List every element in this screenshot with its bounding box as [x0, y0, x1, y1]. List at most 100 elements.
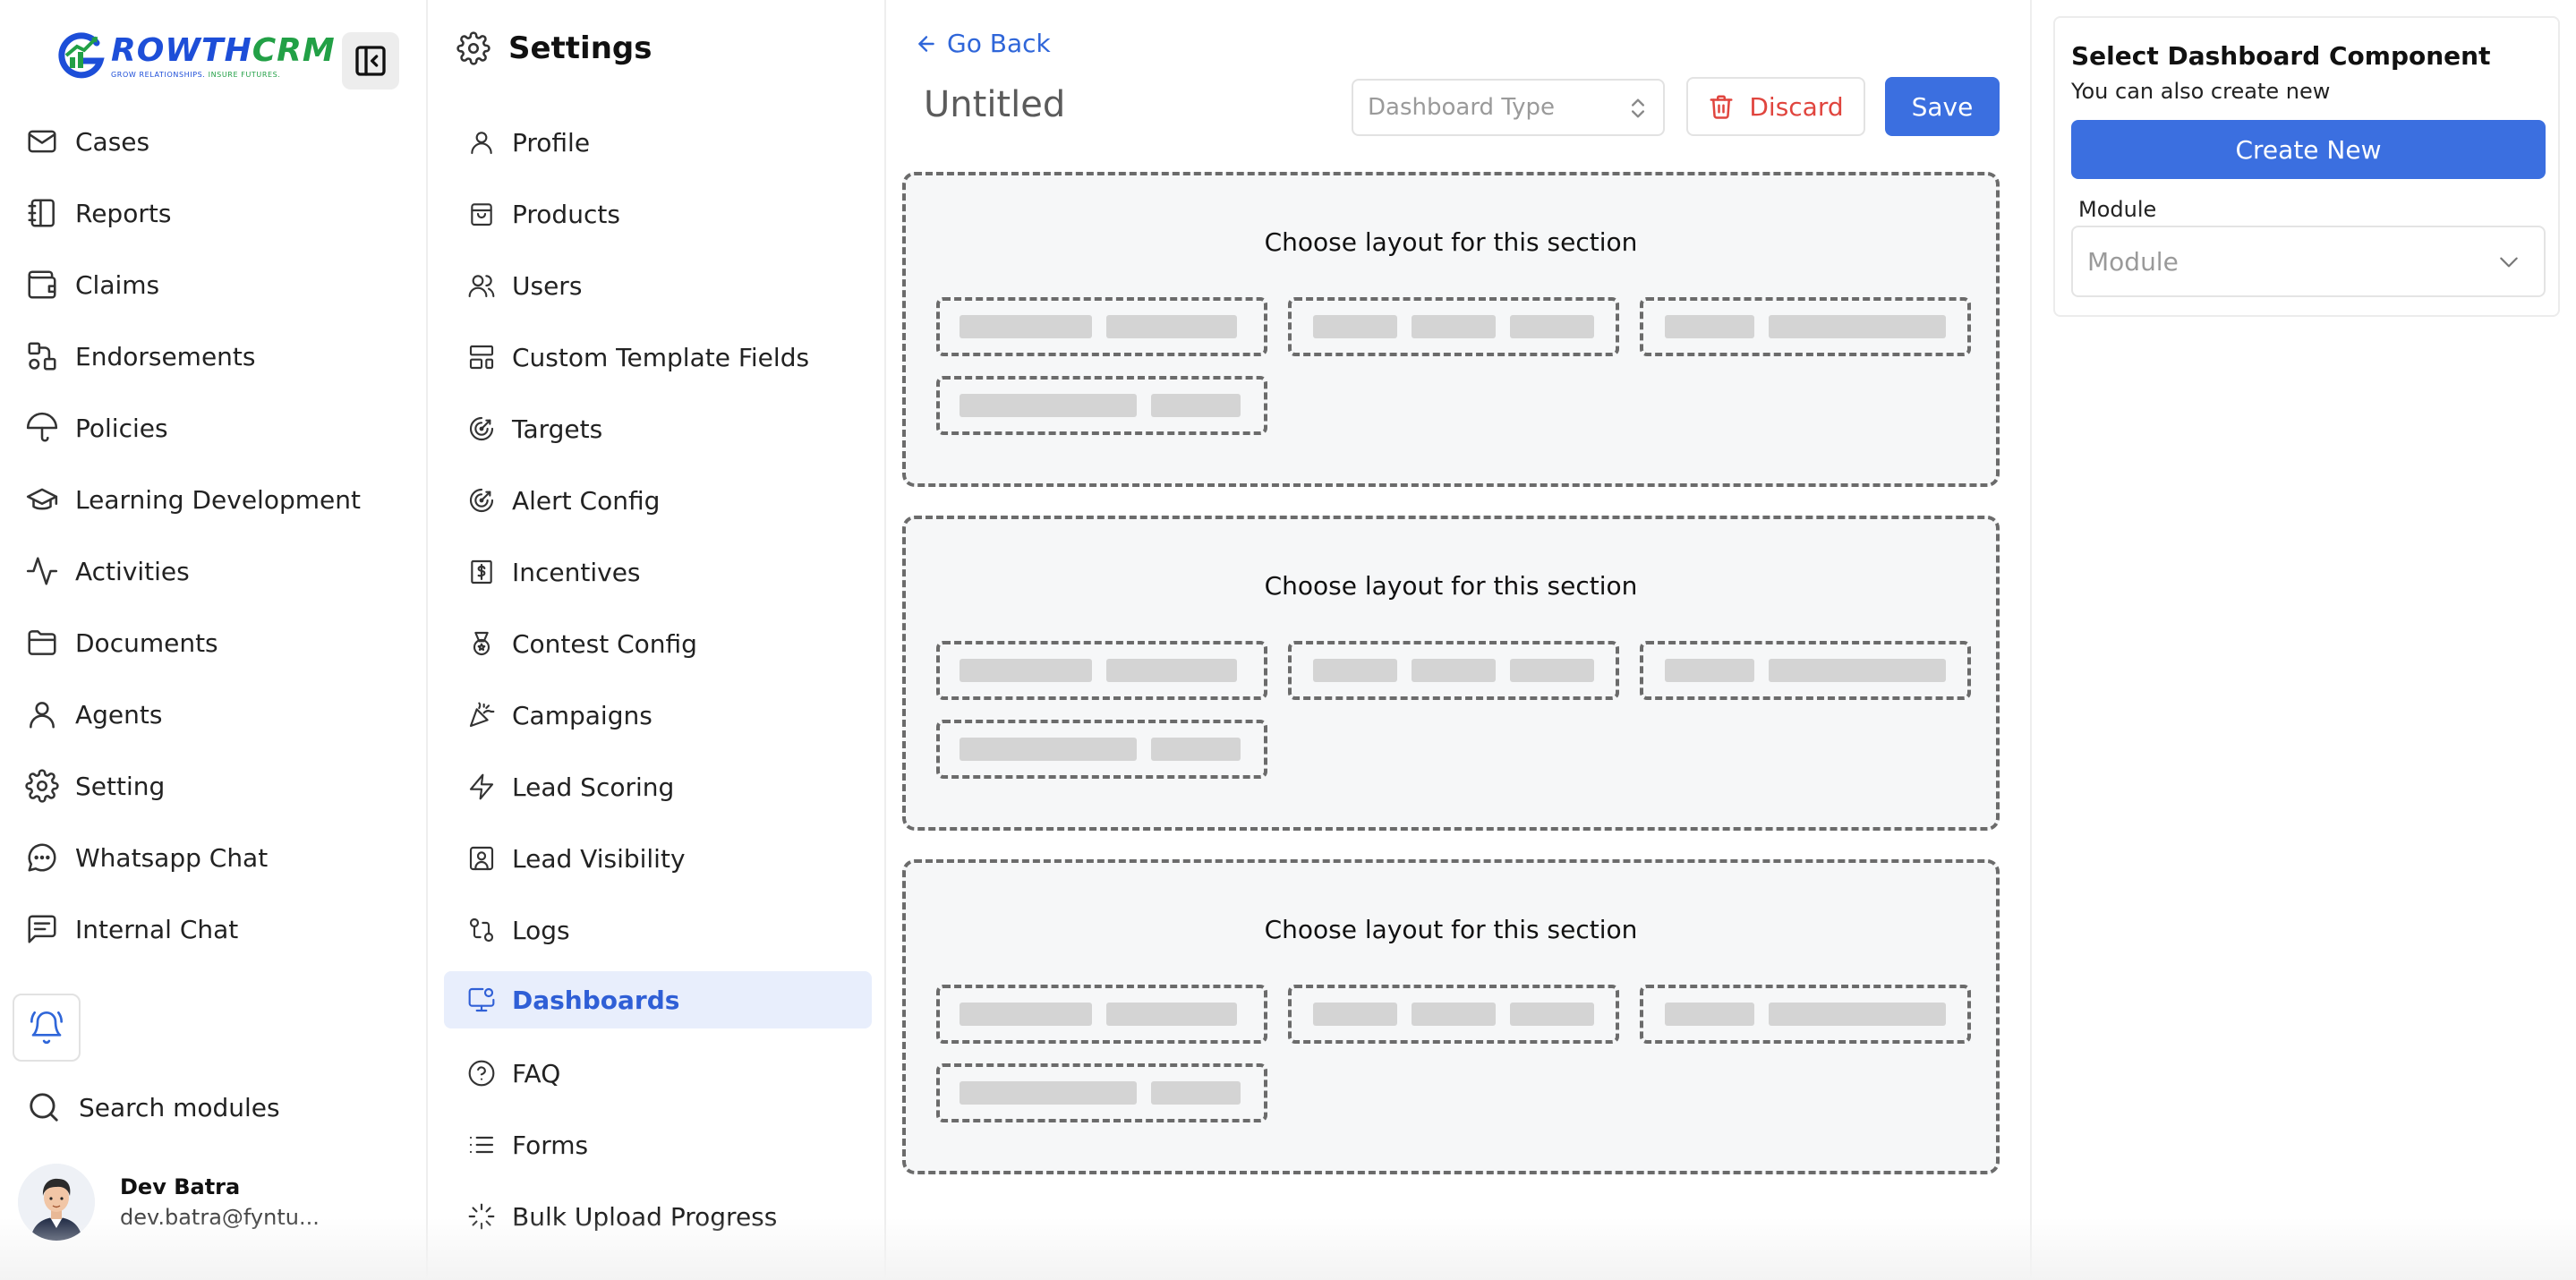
- medal-icon: [473, 631, 490, 656]
- component-card: Select Dashboard Component You can also …: [2053, 16, 2560, 317]
- bell-ring-icon: [30, 1011, 63, 1045]
- party-popper-icon: [469, 702, 495, 728]
- git-compare-icon: [469, 917, 494, 943]
- left-navigation: ROWTHCRM GROW RELATIONSHIPS. INSURE FUTU…: [0, 0, 428, 1280]
- settings-item-label: Contest Config: [512, 628, 697, 659]
- settings-item-lead-visibility[interactable]: Lead Visibility: [444, 830, 872, 887]
- nav-item-endorsements[interactable]: Endorsements: [25, 320, 410, 392]
- settings-item-label: Custom Template Fields: [512, 342, 810, 372]
- help-circle-icon: [468, 1060, 495, 1087]
- logo-tag-right: INSURE FUTURES.: [208, 70, 281, 79]
- layout-option-two-thirds-one-third[interactable]: [936, 720, 1267, 779]
- settings-item-label: Lead Scoring: [512, 772, 675, 802]
- chevrons-up-down-icon: [1632, 98, 1644, 118]
- module-select[interactable]: Module: [2071, 226, 2546, 297]
- monitor-settings-icon: [468, 987, 495, 1012]
- discard-button[interactable]: Discard: [1686, 77, 1865, 136]
- nav-item-internal-chat[interactable]: Internal Chat: [25, 893, 410, 965]
- settings-item-label: FAQ: [512, 1058, 561, 1088]
- nav-item-label: Internal Chat: [75, 914, 239, 944]
- settings-item-label: Users: [512, 270, 583, 301]
- settings-item-faq[interactable]: FAQ: [444, 1045, 872, 1102]
- settings-item-incentives[interactable]: Incentives: [444, 543, 872, 601]
- section-title: Choose layout for this section: [1264, 571, 1638, 601]
- module-label: Module: [2078, 197, 2157, 222]
- go-back-link[interactable]: Go Back: [915, 29, 1051, 58]
- nav-item-setting[interactable]: Setting: [25, 750, 410, 822]
- settings-item-campaigns[interactable]: Campaigns: [444, 687, 872, 744]
- settings-item-forms[interactable]: Forms: [444, 1116, 872, 1173]
- nav-item-label: Reports: [75, 198, 172, 228]
- chevron-down-icon: [2500, 257, 2518, 268]
- settings-item-custom-template-fields[interactable]: Custom Template Fields: [444, 329, 872, 386]
- settings-item-dashboards[interactable]: Dashboards: [444, 971, 872, 1028]
- nav-item-agents[interactable]: Agents: [25, 678, 410, 750]
- dashboard-type-select[interactable]: Dashboard Type: [1352, 79, 1665, 136]
- layout-option-half-half[interactable]: [936, 641, 1267, 700]
- settings-item-targets[interactable]: Targets: [444, 400, 872, 457]
- graduation-cap-icon: [26, 488, 58, 510]
- settings-item-products[interactable]: Products: [444, 185, 872, 243]
- layout-option-thirds[interactable]: [1288, 985, 1619, 1044]
- user-icon: [471, 132, 492, 155]
- app-logo[interactable]: ROWTHCRM GROW RELATIONSHIPS. INSURE FUTU…: [55, 30, 336, 81]
- layout-option-half-half[interactable]: [936, 985, 1267, 1044]
- nav-item-whatsapp-chat[interactable]: Whatsapp Chat: [25, 822, 410, 893]
- settings-item-contest-config[interactable]: Contest Config: [444, 615, 872, 672]
- settings-item-users[interactable]: Users: [444, 257, 872, 314]
- collapse-sidebar-button[interactable]: [342, 32, 399, 90]
- logo-name-left: ROWTH: [111, 31, 252, 69]
- settings-item-label: Alert Config: [512, 485, 661, 516]
- layout-option-two-thirds-one-third[interactable]: [936, 1063, 1267, 1122]
- nav-item-documents[interactable]: Documents: [25, 607, 410, 678]
- nav-item-label: Activities: [75, 556, 190, 586]
- nav-item-policies[interactable]: Policies: [25, 392, 410, 464]
- search-modules-button[interactable]: Search modules: [27, 1090, 280, 1124]
- layout-option-thirds[interactable]: [1288, 297, 1619, 356]
- settings-item-label: Incentives: [512, 557, 641, 587]
- create-new-button[interactable]: Create New: [2071, 120, 2546, 179]
- settings-item-label: Logs: [512, 915, 570, 945]
- layout-section-3: Choose layout for this section: [902, 859, 2000, 1174]
- layout-option-two-thirds-one-third[interactable]: [936, 376, 1267, 435]
- layout-option-one-third-two-thirds[interactable]: [1640, 297, 1971, 356]
- logo-tag-left: GROW RELATIONSHIPS.: [111, 70, 206, 79]
- nav-item-reports[interactable]: Reports: [25, 177, 410, 249]
- layout-option-one-third-two-thirds[interactable]: [1640, 985, 1971, 1044]
- target-icon: [469, 488, 494, 513]
- layout-option-half-half[interactable]: [936, 297, 1267, 356]
- gear-icon: [25, 769, 59, 803]
- nav-item-label: Agents: [75, 699, 163, 730]
- settings-item-logs[interactable]: Logs: [444, 901, 872, 959]
- dashboard-editor: Go Back Untitled Dashboard Type Discard …: [888, 0, 2030, 1280]
- mail-icon: [28, 130, 56, 153]
- layout-section-2: Choose layout for this section: [902, 516, 2000, 831]
- settings-item-profile[interactable]: Profile: [444, 114, 872, 171]
- notifications-button[interactable]: [13, 994, 81, 1062]
- search-modules-label: Search modules: [79, 1092, 280, 1122]
- section-title: Choose layout for this section: [1264, 915, 1638, 944]
- message-square-icon: [28, 915, 56, 943]
- settings-item-lead-scoring[interactable]: Lead Scoring: [444, 758, 872, 815]
- layout-option-thirds[interactable]: [1288, 641, 1619, 700]
- dashboard-title[interactable]: Untitled: [924, 84, 1065, 125]
- layout-option-one-third-two-thirds[interactable]: [1640, 641, 1971, 700]
- trash-icon: [1710, 95, 1733, 119]
- shapes-icon: [28, 342, 56, 371]
- nav-item-learning-development[interactable]: Learning Development: [25, 464, 410, 535]
- nav-item-label: Policies: [75, 413, 168, 443]
- logo-mark-icon: [58, 32, 105, 79]
- nav-item-label: Whatsapp Chat: [75, 842, 269, 873]
- folder-icon: [28, 630, 56, 655]
- settings-item-label: Dashboards: [512, 985, 680, 1015]
- nav-item-activities[interactable]: Activities: [25, 535, 410, 607]
- wallet-icon: [28, 270, 56, 299]
- user-name: Dev Batra: [120, 1174, 241, 1199]
- nav-item-claims[interactable]: Claims: [25, 249, 410, 320]
- nav-item-cases[interactable]: Cases: [25, 106, 410, 177]
- settings-item-alert-config[interactable]: Alert Config: [444, 472, 872, 529]
- main-nav-list: Cases Reports Claims Endorsements Polici…: [25, 106, 410, 965]
- component-panel: Select Dashboard Component You can also …: [2030, 0, 2576, 1280]
- save-button[interactable]: Save: [1885, 77, 2000, 136]
- search-icon: [30, 1093, 58, 1122]
